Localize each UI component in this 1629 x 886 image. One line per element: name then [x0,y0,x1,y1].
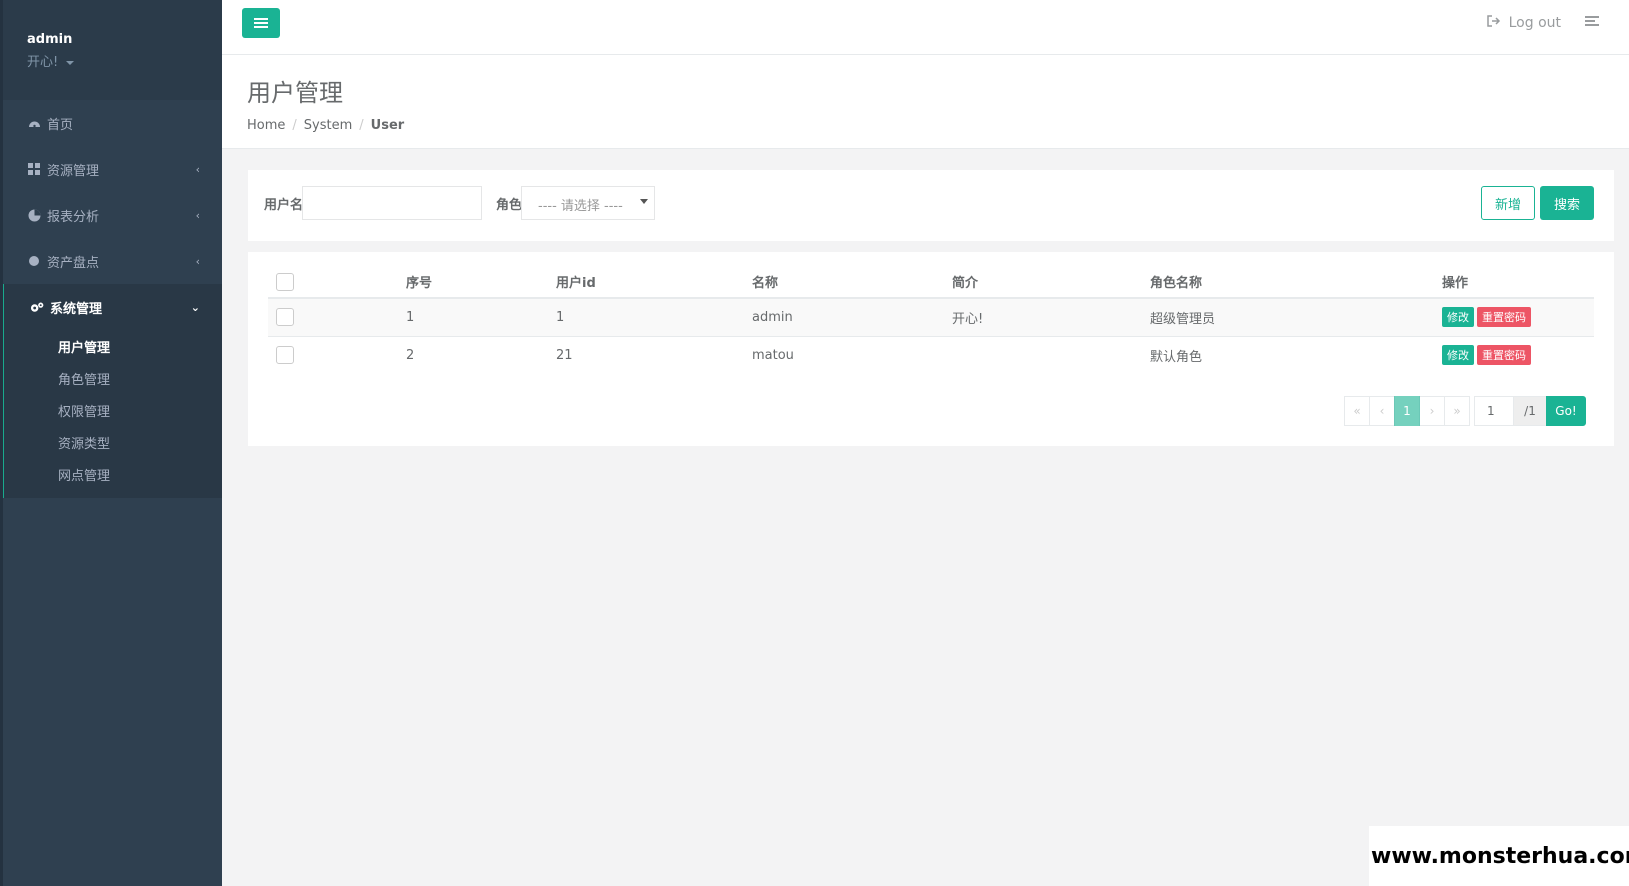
sidebar-subitem-resource-types[interactable]: 资源类型 [4,426,222,458]
cell-name: matou [752,347,794,363]
row-checkbox[interactable] [276,346,294,365]
sidebar-group-system: 系统管理 ⌄ 用户管理 角色管理 权限管理 资源类型 网点管理 [0,284,222,498]
sidebar-subitem-users[interactable]: 用户管理 [4,330,222,362]
cell-name: admin [744,298,944,337]
profile: admin 开心! [0,0,222,100]
gears-icon [30,301,44,314]
edit-button[interactable]: 修改 [1442,345,1474,366]
page-heading: 用户管理 Home / System / User [222,55,1629,149]
pagination: « ‹ 1 › » 1 /1 Go! [1344,396,1586,426]
table-row: 1 1 admin 开心! 超级管理员 修改 重置密码 [268,298,1594,337]
dashboard-icon [27,117,41,130]
grid-icon [27,163,41,175]
sign-out-icon [1486,15,1501,31]
sidebar: admin 开心! 首页 资源管理 ‹ 报表分析 ‹ 资产盘点 ‹ 系统管理 ⌄… [0,0,222,886]
sidebar-item-label: 系统管理 [50,301,103,317]
cell-role: 超级管理员 [1142,298,1434,337]
column-header: 序号 [398,266,548,299]
role-select[interactable]: ---- 请选择 ---- [521,186,655,220]
select-all-checkbox[interactable] [276,272,294,291]
row-checkbox[interactable] [276,308,294,327]
role-label: 角色 [496,198,523,213]
page-title: 用户管理 [247,79,343,107]
sidebar-item-system[interactable]: 系统管理 ⌄ [4,284,222,330]
logout-link[interactable]: Log out [1486,15,1561,31]
table-row: 2 21 matou 默认角色 修改 重置密码 [268,336,1594,374]
sidebar-item-reports[interactable]: 报表分析 ‹ [0,192,222,238]
column-header: 名称 [744,266,944,299]
cell-no: 2 [406,347,415,363]
first-page-button[interactable]: « [1344,396,1370,426]
chevron-left-icon: ‹ [195,162,200,176]
breadcrumb-home[interactable]: Home [247,118,285,133]
next-page-button[interactable]: › [1419,396,1445,426]
cell-role: 默认角色 [1150,349,1203,365]
sidebar-item-label: 资源管理 [47,163,100,179]
cell-intro [944,336,1142,374]
username-input[interactable] [302,186,482,220]
sidebar-item-assets[interactable]: 资产盘点 ‹ [0,238,222,284]
table-header-row: 序号 用户id 名称 简介 角色名称 操作 [268,266,1594,299]
cell-user-id: 1 [548,298,744,337]
chevron-left-icon: ‹ [195,254,200,268]
go-button[interactable]: Go! [1546,396,1586,426]
cell-no: 1 [398,298,548,337]
edit-button[interactable]: 修改 [1442,307,1474,328]
cell-intro: 开心! [944,298,1142,337]
caret-down-icon [640,199,648,204]
profile-motto: 开心! [27,55,59,70]
last-page-button[interactable]: » [1444,396,1470,426]
menu-toggle-button[interactable] [242,8,280,38]
chevron-down-icon: ⌄ [190,300,200,314]
breadcrumb-separator: / [359,118,364,133]
reset-password-button[interactable]: 重置密码 [1477,307,1531,328]
top-navbar: Log out [222,0,1629,55]
sidebar-subitem-roles[interactable]: 角色管理 [4,362,222,394]
page-1-button[interactable]: 1 [1394,396,1420,426]
username-label: 用户名 [264,198,304,213]
sidebar-item-label: 首页 [47,117,74,133]
column-header: 操作 [1434,266,1594,299]
profile-name: admin [27,32,73,47]
breadcrumb-system[interactable]: System [304,118,352,133]
sidebar-item-label: 报表分析 [47,209,100,225]
pie-chart-icon [27,209,41,222]
logout-label: Log out [1508,15,1561,31]
page-number-input[interactable]: 1 [1474,396,1514,426]
reset-password-button[interactable]: 重置密码 [1477,345,1531,366]
profile-menu-toggle[interactable]: 开心! [27,51,222,70]
search-panel: 用户名 角色 ---- 请选择 ---- 新增 搜索 [248,170,1614,241]
column-header: 用户id [548,266,744,299]
sidebar-subitem-outlets[interactable]: 网点管理 [4,458,222,490]
breadcrumb-user: User [370,118,405,133]
hamburger-icon [254,18,268,28]
role-select-value: ---- 请选择 ---- [538,199,623,214]
prev-page-button[interactable]: ‹ [1369,396,1395,426]
breadcrumb-separator: / [292,118,297,133]
column-header: 角色名称 [1142,266,1434,299]
search-button[interactable]: 搜索 [1540,186,1594,220]
user-table: 序号 用户id 名称 简介 角色名称 操作 1 1 admin 开心! 超级管理… [268,266,1594,374]
column-header: 简介 [944,266,1142,299]
circle-icon [27,255,41,267]
tasks-icon[interactable] [1585,16,1599,32]
sidebar-item-label: 资产盘点 [47,255,100,271]
cell-user-id: 21 [556,347,573,363]
sidebar-item-home[interactable]: 首页 [0,100,222,146]
caret-down-icon [66,60,75,65]
add-button[interactable]: 新增 [1481,186,1535,220]
sidebar-subitem-permissions[interactable]: 权限管理 [4,394,222,426]
total-pages: /1 [1513,396,1547,426]
chevron-left-icon: ‹ [195,208,200,222]
breadcrumb: Home / System / User [247,118,1629,133]
sidebar-item-resources[interactable]: 资源管理 ‹ [0,146,222,192]
watermark-text: www.monsterhua.com [1369,826,1629,886]
